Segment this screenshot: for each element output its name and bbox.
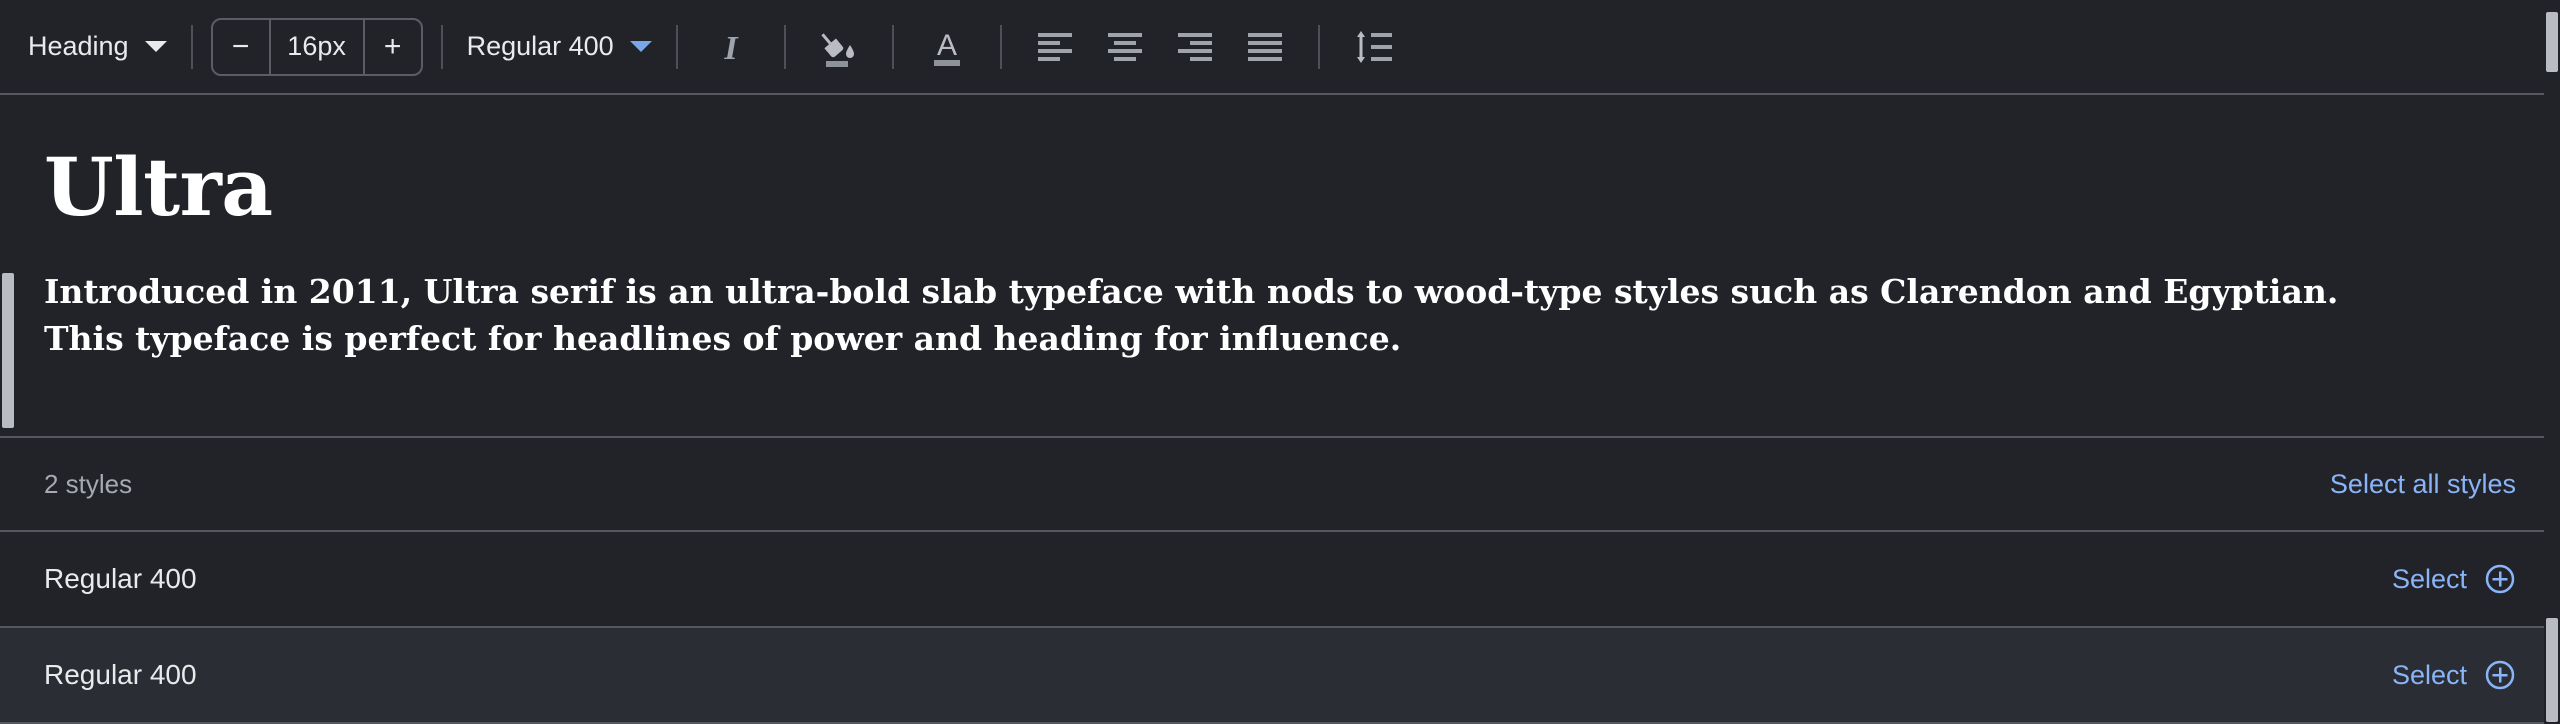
toolbar-divider [440, 24, 443, 69]
table-row[interactable]: Regular 400 Select [0, 628, 2560, 724]
formatting-toolbar: Heading − 16px + Regular 400 I A [0, 0, 2560, 95]
font-weight-label: Regular 400 [466, 31, 614, 61]
align-left-icon[interactable] [1027, 19, 1083, 75]
toolbar-divider [1317, 24, 1320, 69]
font-weight-dropdown[interactable]: Regular 400 [461, 23, 658, 70]
styles-section-header: 2 styles Select all styles [0, 436, 2560, 532]
fill-color-icon[interactable] [811, 19, 867, 75]
select-style-label: Select [2391, 563, 2467, 594]
toolbar-divider [999, 24, 1002, 69]
style-name-label: Regular 400 [44, 659, 197, 690]
font-size-decrease-button[interactable]: − [213, 19, 271, 74]
font-editor-panel: Heading − 16px + Regular 400 I A Ultra I… [0, 0, 2560, 724]
block-style-dropdown[interactable]: Heading [22, 23, 173, 70]
plus-circle-icon [2485, 564, 2515, 594]
select-style-button[interactable]: Select [2392, 563, 2516, 595]
style-name-label: Regular 400 [44, 563, 197, 594]
font-preview-area[interactable]: Ultra Introduced in 2011, Ultra serif is… [0, 95, 2560, 436]
plus-circle-icon [2485, 660, 2515, 690]
select-style-button[interactable]: Select [2392, 659, 2516, 691]
italic-icon[interactable]: I [703, 19, 759, 75]
preview-scrollbar-thumb[interactable] [2, 273, 14, 428]
font-size-increase-button[interactable]: + [362, 19, 421, 74]
font-description-text: Introduced in 2011, Ultra serif is an ul… [44, 272, 2339, 358]
svg-text:I: I [723, 30, 739, 66]
toolbar-divider [783, 24, 786, 69]
table-row[interactable]: Regular 400 Select [0, 532, 2560, 628]
font-size-stepper[interactable]: − 16px + [210, 17, 423, 76]
block-style-label: Heading [28, 31, 129, 61]
font-name-heading: Ultra [44, 140, 273, 234]
select-all-styles-button[interactable]: Select all styles [2330, 469, 2516, 500]
styles-count-label: 2 styles [44, 468, 133, 499]
line-height-icon[interactable] [1345, 19, 1401, 75]
align-justify-icon[interactable] [1237, 19, 1293, 75]
chevron-down-icon [144, 41, 167, 52]
toolbar-divider [675, 24, 678, 69]
toolbar-divider [891, 24, 894, 69]
text-color-icon[interactable]: A [919, 19, 975, 75]
select-style-label: Select [2391, 659, 2467, 690]
toolbar-divider [190, 24, 193, 69]
align-center-icon[interactable] [1097, 19, 1153, 75]
svg-text:A: A [937, 29, 957, 62]
chevron-down-icon [629, 41, 652, 52]
font-size-value[interactable]: 16px [271, 31, 363, 62]
align-right-icon[interactable] [1167, 19, 1223, 75]
